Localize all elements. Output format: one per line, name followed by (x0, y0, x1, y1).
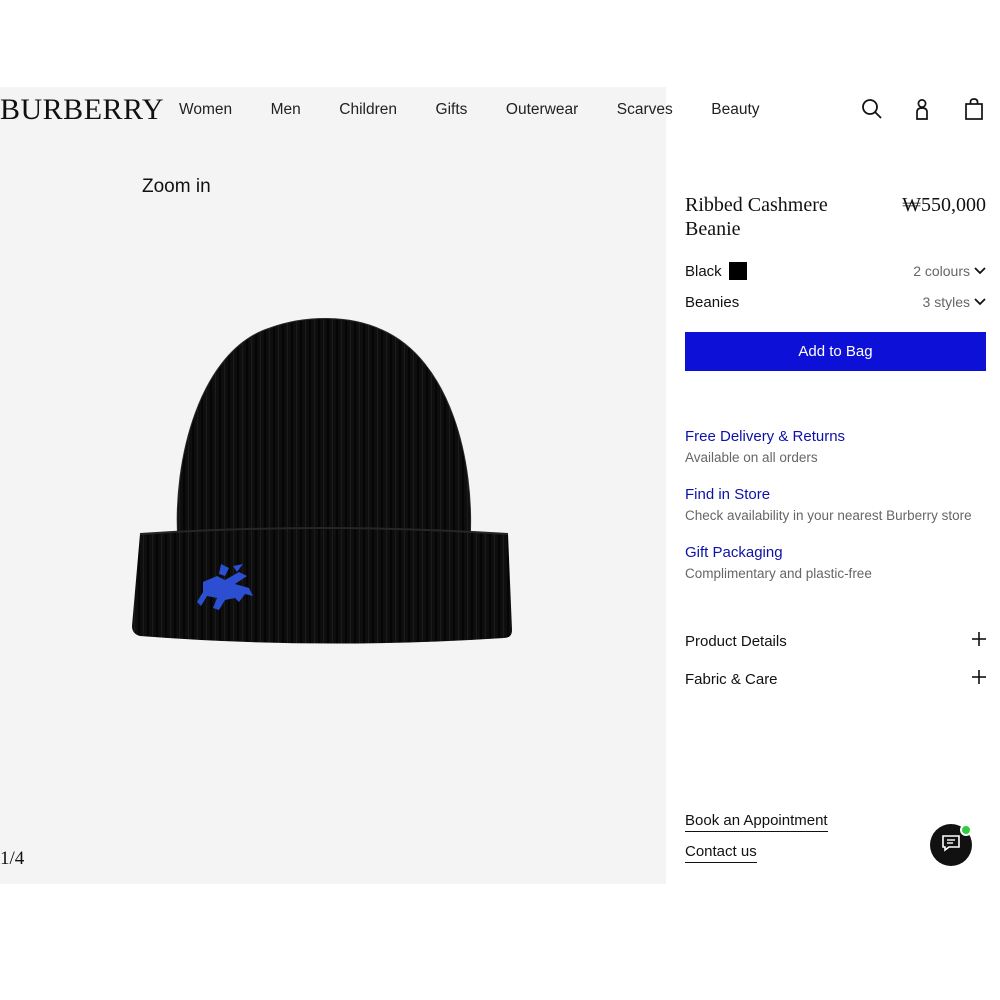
bag-icon[interactable] (961, 96, 987, 122)
nav-item-outerwear[interactable]: Outerwear (506, 100, 578, 120)
image-counter: 1/4 (0, 848, 25, 869)
plus-icon (972, 670, 986, 688)
chevron-down-icon (974, 298, 986, 306)
nav-item-children[interactable]: Children (339, 100, 397, 120)
colours-selector[interactable]: 2 colours (913, 263, 986, 279)
contact-us-link[interactable]: Contact us (685, 842, 757, 863)
style-row: Beanies 3 styles (685, 291, 986, 313)
service-gift-packaging: Gift Packaging Complimentary and plastic… (685, 543, 872, 584)
account-icon[interactable] (909, 96, 935, 122)
category-label: Beanies (685, 293, 740, 311)
product-price: ₩550,000 (902, 194, 986, 216)
free-delivery-desc: Available on all orders (685, 450, 818, 465)
search-icon[interactable] (859, 96, 885, 122)
styles-link: 3 styles (922, 294, 970, 310)
gift-packaging-desc: Complimentary and plastic-free (685, 566, 872, 581)
find-in-store-link[interactable]: Find in Store (685, 485, 972, 505)
gift-packaging-link[interactable]: Gift Packaging (685, 543, 872, 563)
colours-link: 2 colours (913, 263, 970, 279)
colour-label: Black (685, 262, 722, 280)
brand-logo[interactable]: BURBERRY (0, 94, 164, 126)
nav-item-gifts[interactable]: Gifts (436, 100, 468, 120)
colour-swatch-black[interactable] (728, 262, 747, 280)
styles-selector[interactable]: 3 styles (923, 294, 986, 310)
nav-item-scarves[interactable]: Scarves (617, 100, 673, 120)
colour-row: Black 2 colours (685, 260, 986, 282)
book-appointment-link[interactable]: Book an Appointment (685, 811, 828, 832)
free-delivery-link[interactable]: Free Delivery & Returns (685, 427, 845, 447)
chevron-down-icon (974, 267, 986, 275)
online-status-dot (960, 824, 972, 836)
zoom-in-button[interactable]: Zoom in (142, 176, 211, 198)
nav-item-beauty[interactable]: Beauty (711, 100, 759, 120)
chat-icon (941, 834, 961, 857)
main-nav: Women Men Children Gifts Outerwear Scarv… (179, 100, 760, 120)
product-image[interactable] (120, 300, 530, 660)
nav-item-women[interactable]: Women (179, 100, 232, 120)
service-find-in-store: Find in Store Check availability in your… (685, 485, 972, 526)
accordion-label: Product Details (685, 632, 787, 650)
accordion-label: Fabric & Care (685, 670, 778, 688)
nav-item-men[interactable]: Men (271, 100, 301, 120)
product-title: Ribbed Cashmere Beanie (685, 194, 828, 240)
service-delivery: Free Delivery & Returns Available on all… (685, 427, 845, 468)
accordion-fabric-care[interactable]: Fabric & Care (685, 667, 986, 691)
find-in-store-desc: Check availability in your nearest Burbe… (685, 508, 972, 523)
accordion-product-details[interactable]: Product Details (685, 629, 986, 653)
plus-icon (972, 632, 986, 650)
add-to-bag-button[interactable]: Add to Bag (685, 332, 986, 371)
